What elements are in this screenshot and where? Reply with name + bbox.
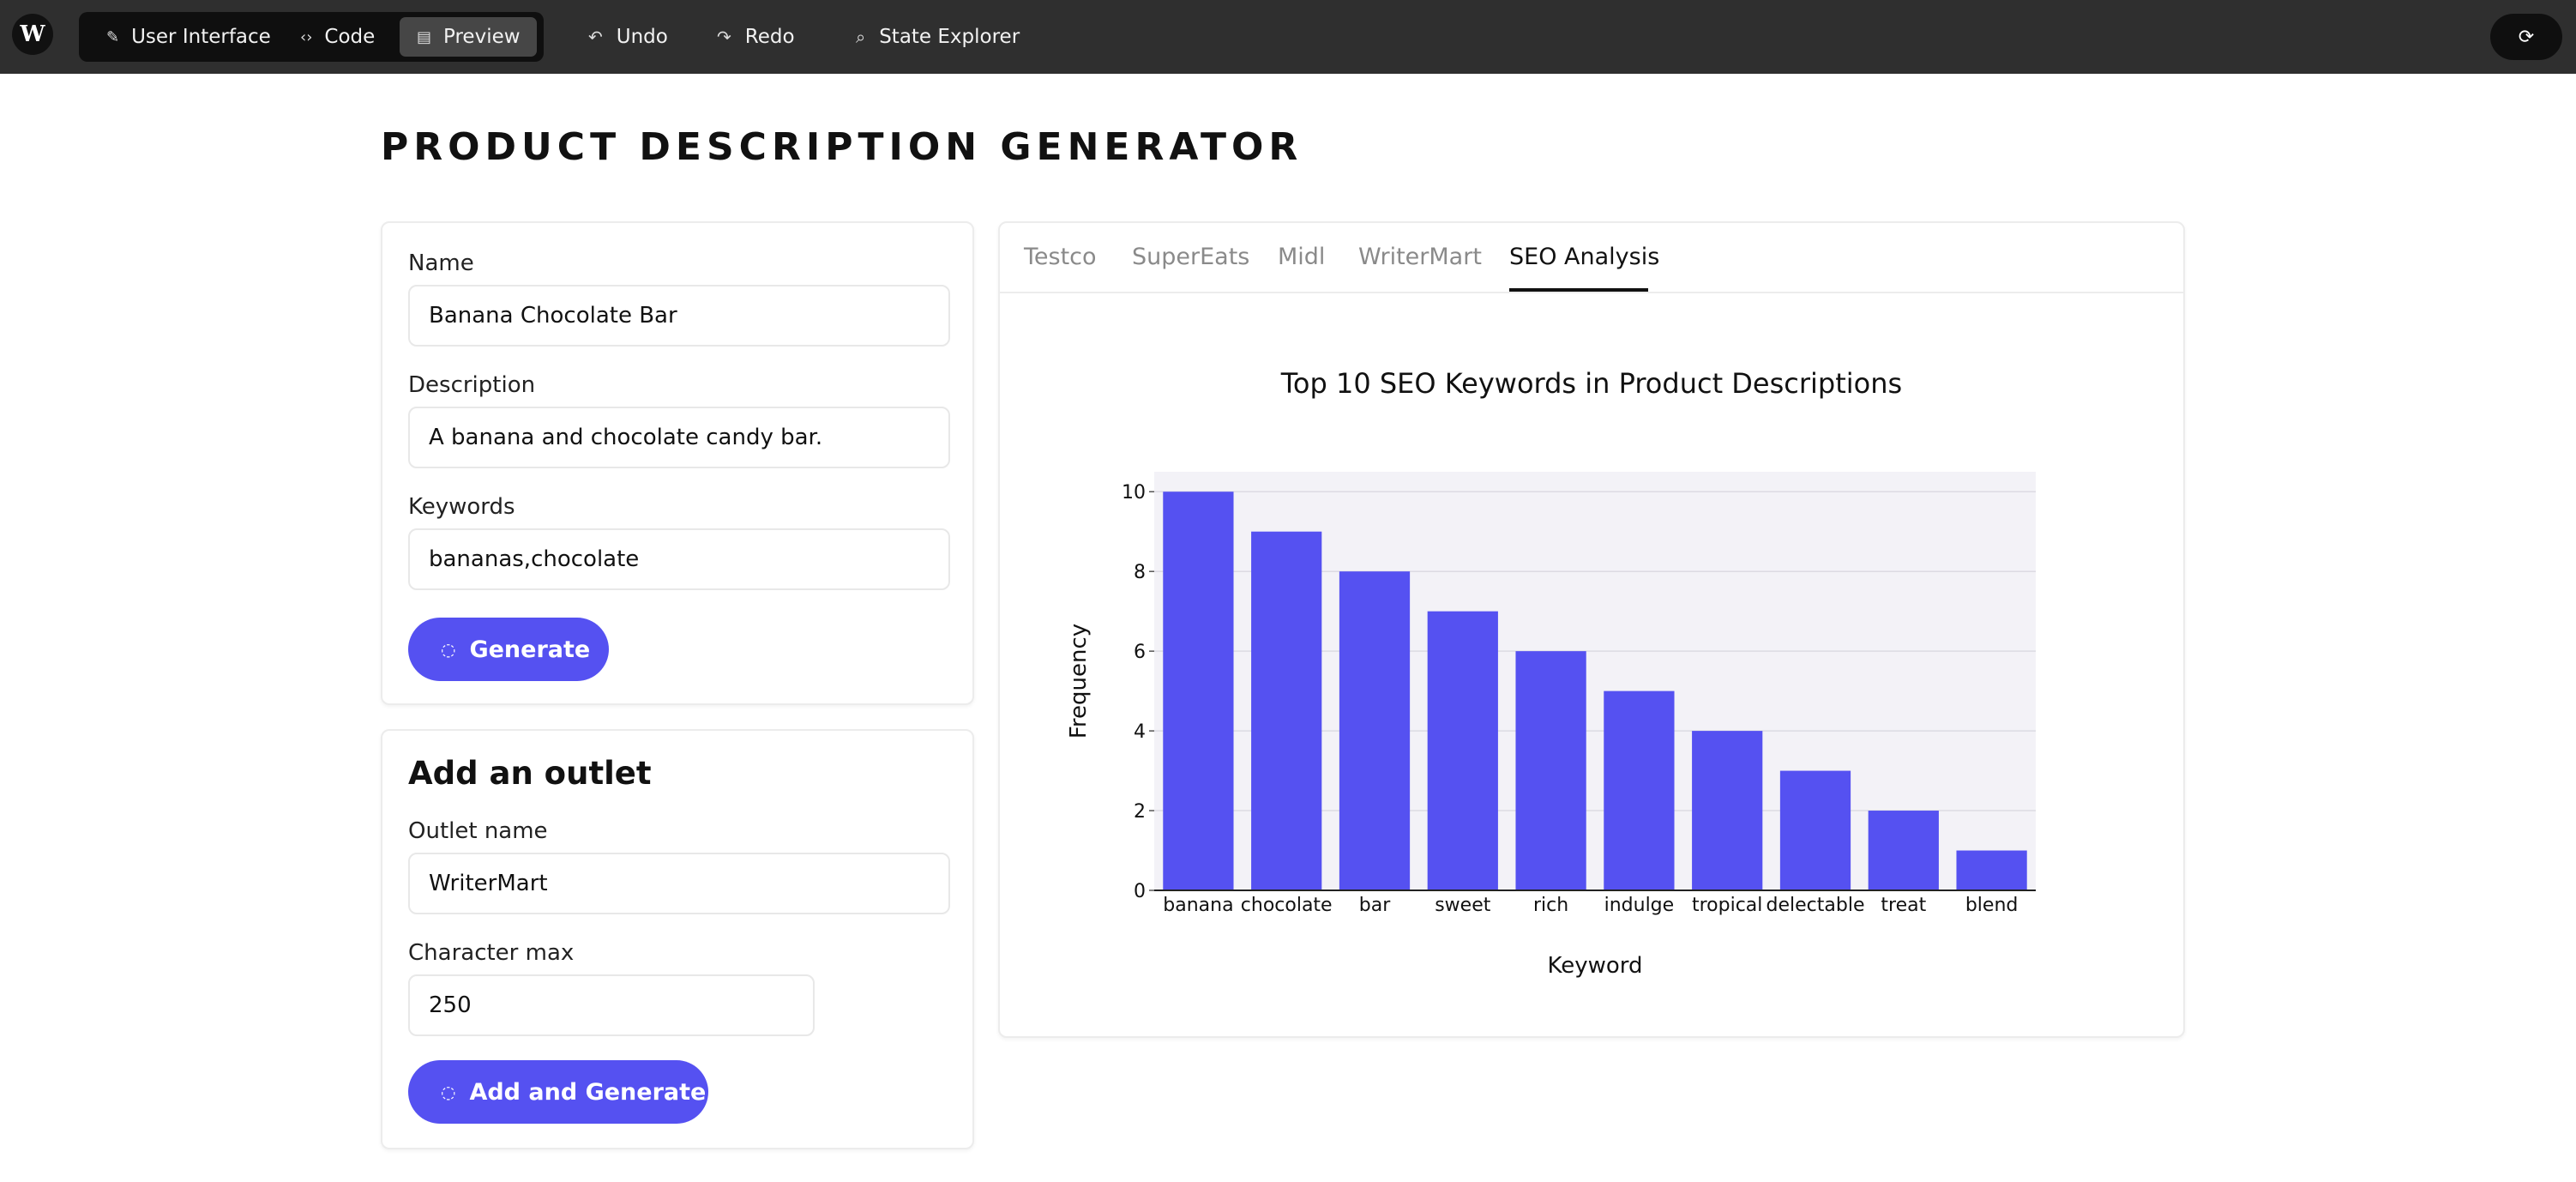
tab-testco[interactable]: Testco [1024, 244, 1097, 270]
mode-code-label: Code [324, 26, 376, 48]
character-max-label: Character max [408, 940, 575, 966]
redo-button[interactable]: ↷ Redo [717, 15, 795, 58]
mode-preview-label: Preview [443, 26, 521, 48]
character-max-input[interactable]: 250 [408, 974, 815, 1036]
preview-icon: ▤ [417, 27, 432, 46]
refresh-button[interactable]: ⟳ [2490, 14, 2562, 60]
mode-user-interface-label: User Interface [131, 26, 271, 48]
chat-icon: ◌ [441, 1082, 456, 1102]
outlet-tabs: Testco SuperEats Midl WriterMart SEO Ana… [1000, 223, 2183, 293]
mode-switcher: ✎ User Interface ‹› Code ▤ Preview [79, 12, 544, 62]
chart-title: Top 10 SEO Keywords in Product Descripti… [1280, 367, 1903, 400]
product-form-card: Name Banana Chocolate Bar Description A … [381, 221, 974, 705]
pencil-icon: ✎ [106, 27, 120, 46]
tab-seo-analysis[interactable]: SEO Analysis [1509, 244, 1659, 270]
active-tab-indicator [1509, 288, 1648, 292]
y-tick-label: 4 [1134, 721, 1146, 743]
undo-button[interactable]: ↶ Undo [588, 15, 668, 58]
add-outlet-title: Add an outlet [408, 755, 652, 792]
mode-preview-button[interactable]: ▤ Preview [400, 17, 537, 57]
bar-rich [1515, 651, 1586, 890]
outlet-name-label: Outlet name [408, 818, 548, 844]
tab-midl[interactable]: Midl [1278, 244, 1325, 270]
y-axis-label: Frequency [1066, 624, 1092, 739]
description-input[interactable]: A banana and chocolate candy bar. [408, 407, 950, 468]
x-tick-label: bar [1359, 895, 1391, 916]
bar-blend [1956, 850, 2027, 890]
description-label: Description [408, 372, 536, 398]
y-tick-label: 8 [1134, 562, 1146, 583]
seo-keyword-bar-chart: 0 2 4 6 8 10 banana chocolate bar sweet rich indulg… [1066, 472, 2036, 979]
top-toolbar: W ✎ User Interface ‹› Code ▤ Preview ↶ U… [0, 0, 2576, 74]
keywords-label: Keywords [408, 494, 515, 520]
state-explorer-button[interactable]: ⌕ State Explorer [856, 15, 1020, 58]
x-tick-label: indulge [1604, 895, 1675, 916]
x-tick-label: treat [1881, 895, 1926, 916]
bar-chocolate [1251, 531, 1322, 890]
generate-label: Generate [469, 636, 591, 663]
mode-code-button[interactable]: ‹› Code [288, 17, 387, 57]
redo-label: Redo [744, 26, 795, 48]
bar-banana [1163, 491, 1234, 890]
refresh-icon: ⟳ [2518, 26, 2535, 48]
undo-icon: ↶ [588, 27, 603, 47]
mode-user-interface-button[interactable]: ✎ User Interface [94, 17, 283, 57]
tab-writermart[interactable]: WriterMart [1358, 244, 1482, 270]
keywords-input[interactable]: bananas,chocolate [408, 528, 950, 590]
code-icon: ‹› [300, 27, 313, 46]
bar-bar [1339, 571, 1411, 890]
app-logo[interactable]: W [12, 14, 53, 55]
y-tick-label: 0 [1134, 881, 1146, 902]
name-input[interactable]: Banana Chocolate Bar [408, 285, 950, 347]
add-and-generate-label: Add and Generate [469, 1078, 707, 1106]
search-icon: ⌕ [856, 27, 866, 47]
bar-delectable [1779, 770, 1851, 890]
y-tick-label: 2 [1134, 801, 1146, 823]
page-title: PRODUCT DESCRIPTION GENERATOR [381, 125, 1303, 169]
y-tick-label: 10 [1122, 482, 1146, 504]
undo-label: Undo [616, 26, 668, 48]
bar-tropical [1692, 731, 1763, 890]
x-axis-label: Keyword [1547, 953, 1642, 979]
x-tick-label: delectable [1766, 895, 1865, 916]
bar-indulge [1604, 691, 1675, 890]
generate-button[interactable]: ◌ Generate [408, 618, 609, 681]
results-panel: Testco SuperEats Midl WriterMart SEO Ana… [998, 221, 2185, 1038]
y-tick-label: 6 [1134, 642, 1146, 663]
x-tick-label: chocolate [1241, 895, 1333, 916]
redo-icon: ↷ [717, 27, 731, 47]
tab-supereats[interactable]: SuperEats [1132, 244, 1249, 270]
x-tick-label: tropical [1692, 895, 1762, 916]
bar-treat [1868, 811, 1939, 890]
outlet-name-input[interactable]: WriterMart [408, 853, 950, 914]
x-tick-label: blend [1965, 895, 2019, 916]
add-outlet-card: Add an outlet Outlet name WriterMart Cha… [381, 729, 974, 1149]
add-and-generate-button[interactable]: ◌ Add and Generate [408, 1060, 708, 1124]
x-tick-label: banana [1163, 895, 1233, 916]
x-tick-label: rich [1533, 895, 1568, 916]
x-tick-label: sweet [1435, 895, 1491, 916]
chat-icon: ◌ [441, 639, 456, 660]
bar-sweet [1427, 611, 1498, 890]
name-label: Name [408, 250, 474, 276]
state-explorer-label: State Explorer [879, 26, 1020, 48]
